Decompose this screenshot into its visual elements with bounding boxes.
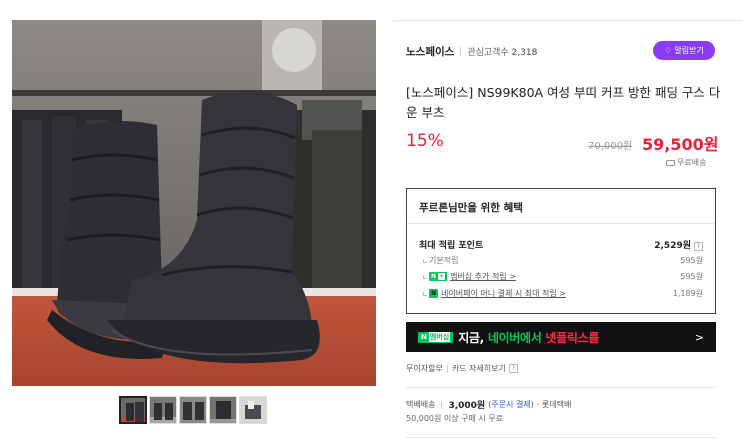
store-fans: 관심고객수 2,318 — [467, 45, 537, 58]
thumbnail-2[interactable] — [149, 396, 177, 424]
notify-button-label: 알림받기 — [674, 46, 704, 55]
free-shipping-threshold: 50,000원 이상 구매 시 무료 — [406, 414, 504, 423]
store-info: 노스페이스 관심고객수 2,318 — [406, 44, 537, 59]
max-points-row: 최대 적립 포인트 2,529원? — [419, 238, 703, 251]
max-points-value: 2,529원 — [654, 241, 691, 251]
basic-points-row: 기본적립 595원 — [419, 255, 703, 266]
card-info-row: 무이자할부 카드 자세히보기 ? — [406, 363, 518, 374]
installment-label: 무이자할부 — [406, 364, 443, 373]
free-shipping-badge: 무료배송 — [666, 157, 706, 168]
shipping-payment-note: (주문시 결제) — [488, 400, 534, 409]
chevron-right-icon: > — [694, 330, 704, 344]
banner-text-red: 넷플릭스를 — [545, 330, 600, 345]
product-title: [노스페이스] NS99K80A 여성 부띠 커프 방한 패딩 구스 다운 부츠 — [406, 85, 721, 120]
naver-membership-tag-n: N — [421, 333, 427, 341]
naver-plus-tag-plus: + — [438, 273, 446, 280]
naverpay-points-value: 1,189원 — [672, 289, 703, 298]
basic-points-label: 기본적립 — [419, 255, 458, 266]
original-price: 70,000원 — [588, 141, 633, 152]
discount-rate: 15% — [406, 131, 444, 151]
thumbnail-1[interactable] — [119, 396, 147, 424]
divider — [460, 47, 462, 56]
banner-text-white: 지금, — [458, 330, 488, 345]
membership-points-label-wrap: N + 멤버십 추가 적립 > — [419, 271, 516, 282]
naver-plus-tag-n: N — [431, 273, 437, 280]
shipping-carrier: · 롯데택배 — [536, 400, 572, 409]
membership-points-link[interactable]: 멤버십 추가 적립 > — [450, 271, 516, 282]
naverpay-points-label-wrap: N 네이버페이 머니 결제 시 최대 적립 > — [419, 288, 566, 299]
naverpay-points-row: N 네이버페이 머니 결제 시 최대 적립 > 1,189원 — [419, 288, 703, 299]
notify-button[interactable]: ♢ 알림받기 — [653, 41, 715, 60]
thumbnail-4[interactable] — [209, 396, 237, 424]
sale-price: 59,500원 — [642, 135, 719, 154]
help-icon[interactable]: ? — [508, 364, 518, 373]
thumbnail-5[interactable] — [239, 396, 267, 424]
fans-count: 2,318 — [511, 48, 538, 58]
card-detail-link[interactable]: 카드 자세히보기 — [452, 363, 506, 374]
free-shipping-label: 무료배송 — [677, 158, 707, 167]
max-points-value-wrap: 2,529원? — [654, 238, 703, 251]
thumbnail-3[interactable] — [179, 396, 207, 424]
naver-membership-tag: N 멤버십 — [418, 331, 454, 343]
boot-photo — [12, 20, 376, 386]
divider — [446, 364, 448, 373]
naverpay-points-link[interactable]: 네이버페이 머니 결제 시 최대 적립 > — [441, 288, 566, 299]
divider — [406, 387, 716, 388]
netflix-membership-banner[interactable]: N 멤버십 지금, 네이버에서 넷플릭스를 > — [406, 322, 716, 352]
max-points-label: 최대 적립 포인트 — [419, 241, 484, 251]
store-name[interactable]: 노스페이스 — [406, 44, 454, 59]
shipping-fee: 3,000원 — [448, 401, 486, 411]
thumbnail-strip — [119, 396, 267, 424]
membership-points-row: N + 멤버십 추가 적립 > 595원 — [419, 271, 703, 282]
shipping-row: 택배배송 3,000원 (주문시 결제) · 롯데택배 — [406, 398, 571, 411]
membership-points-value: 595원 — [680, 272, 703, 281]
divider — [393, 20, 743, 21]
benefit-heading: 푸르른님만을 위한 혜택 — [407, 189, 715, 224]
help-icon[interactable]: ? — [694, 242, 703, 251]
banner-text-green: 네이버에서 — [487, 330, 546, 345]
naver-membership-tag-plus: 멤버십 — [428, 332, 451, 342]
naver-pay-icon: N — [429, 289, 438, 298]
banner-text: 지금, 네이버에서 넷플릭스를 — [458, 329, 599, 346]
naver-plus-tag: N + — [429, 272, 448, 281]
benefit-box: 푸르른님만을 위한 혜택 최대 적립 포인트 2,529원? 기본적립 595원… — [406, 188, 716, 314]
divider — [406, 437, 716, 438]
shipping-label: 택배배송 — [406, 400, 436, 409]
truck-icon — [666, 159, 675, 166]
divider — [441, 400, 443, 409]
basic-points-value: 595원 — [680, 256, 703, 265]
product-page: 노스페이스 관심고객수 2,318 ♢ 알림받기 [노스페이스] NS99K80… — [0, 0, 743, 448]
bell-icon: ♢ — [664, 46, 672, 55]
product-main-image[interactable] — [12, 20, 376, 386]
fans-label: 관심고객수 — [467, 48, 509, 58]
